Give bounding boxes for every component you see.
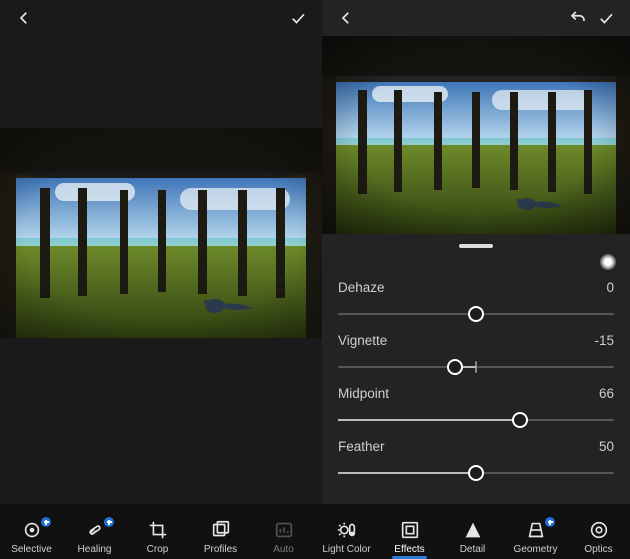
tool-optics[interactable]: Optics — [567, 519, 630, 555]
slider-label: Vignette — [338, 333, 387, 348]
photo-preview[interactable] — [322, 36, 630, 234]
back-icon[interactable] — [10, 4, 38, 32]
slider-midpoint[interactable]: Midpoint 66 — [338, 386, 614, 433]
tool-label: Geometry — [514, 544, 558, 555]
tool-label: Selective — [11, 544, 52, 555]
slider-label: Midpoint — [338, 386, 389, 401]
tool-label: Optics — [584, 544, 612, 555]
tool-auto[interactable]: Auto — [252, 519, 315, 555]
photo-preview[interactable] — [0, 128, 322, 338]
tool-label: Effects — [394, 544, 424, 555]
bottom-toolbar: Selective Healing Crop Profiles Auto Lig… — [0, 504, 630, 559]
tool-profiles[interactable]: Profiles — [189, 519, 252, 555]
slider-label: Feather — [338, 439, 385, 454]
slider-value: 66 — [599, 386, 614, 401]
tool-label: Healing — [78, 544, 112, 555]
tool-selective[interactable]: Selective — [0, 519, 63, 555]
tool-label: Auto — [273, 544, 294, 555]
slider-feather[interactable]: Feather 50 — [338, 439, 614, 486]
tool-label: Crop — [147, 544, 169, 555]
undo-icon[interactable] — [564, 4, 592, 32]
tool-geometry[interactable]: Geometry — [504, 519, 567, 555]
tool-crop[interactable]: Crop — [126, 519, 189, 555]
tool-effects[interactable]: Effects — [378, 519, 441, 555]
tool-lightcolor[interactable]: Light Color — [315, 519, 378, 555]
tool-label: Detail — [460, 544, 486, 555]
slider-value: 50 — [599, 439, 614, 454]
tool-label: Light Color — [322, 544, 370, 555]
tool-healing[interactable]: Healing — [63, 519, 126, 555]
vignette-preview-icon — [600, 254, 616, 270]
slider-value: -15 — [594, 333, 614, 348]
tool-detail[interactable]: Detail — [441, 519, 504, 555]
slider-value: 0 — [606, 280, 614, 295]
slider-dehaze[interactable]: Dehaze 0 — [338, 280, 614, 327]
tool-label: Profiles — [204, 544, 237, 555]
slider-label: Dehaze — [338, 280, 385, 295]
back-icon[interactable] — [332, 4, 360, 32]
accept-icon[interactable] — [284, 4, 312, 32]
accept-icon[interactable] — [592, 4, 620, 32]
slider-vignette[interactable]: Vignette -15 — [338, 333, 614, 380]
panel-drag-handle[interactable] — [459, 244, 493, 248]
